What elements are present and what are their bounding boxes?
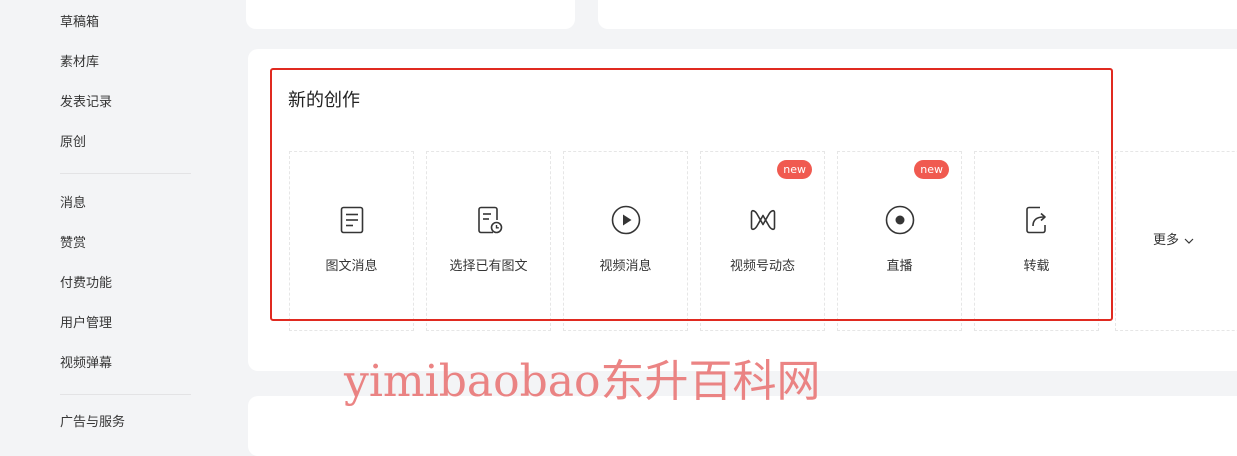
new-badge: new bbox=[777, 160, 812, 179]
chevron-down-icon bbox=[1179, 235, 1195, 247]
channels-icon bbox=[747, 204, 779, 236]
tile-label: 图文消息 bbox=[325, 259, 378, 274]
sidebar-item-publish-records[interactable]: 发表记录 bbox=[60, 95, 112, 111]
tile-live[interactable]: new 直播 bbox=[837, 151, 962, 331]
sidebar-item-messages[interactable]: 消息 bbox=[60, 196, 86, 212]
tile-label: 选择已有图文 bbox=[449, 259, 528, 274]
sidebar-item-video-danmaku[interactable]: 视频弹幕 bbox=[60, 356, 112, 372]
tile-label: 视频号动态 bbox=[729, 259, 795, 274]
section-title: 新的创作 bbox=[288, 90, 360, 111]
tile-video-message[interactable]: 视频消息 bbox=[563, 151, 688, 331]
more-tile[interactable]: 更多 bbox=[1115, 151, 1237, 331]
tile-select-existing-article[interactable]: 选择已有图文 bbox=[426, 151, 551, 331]
more-label: 更多 bbox=[1153, 233, 1180, 248]
sidebar-divider bbox=[60, 394, 191, 395]
tile-channels-update[interactable]: new 视频号动态 bbox=[700, 151, 825, 331]
sidebar-divider bbox=[60, 173, 191, 174]
live-dot-icon bbox=[884, 204, 916, 236]
top-right-card bbox=[598, 0, 1237, 29]
document-icon bbox=[336, 204, 368, 236]
tile-repost[interactable]: 转载 bbox=[974, 151, 1099, 331]
sidebar-item-material-library[interactable]: 素材库 bbox=[60, 55, 99, 71]
tile-article-message[interactable]: 图文消息 bbox=[289, 151, 414, 331]
bottom-card bbox=[248, 396, 1237, 456]
sidebar-item-appreciation[interactable]: 赞赏 bbox=[60, 236, 86, 252]
share-document-icon bbox=[1021, 204, 1053, 236]
more-button[interactable]: 更多 bbox=[1153, 233, 1195, 249]
top-left-card bbox=[246, 0, 575, 29]
sidebar-item-drafts[interactable]: 草稿箱 bbox=[60, 15, 99, 31]
play-circle-icon bbox=[610, 204, 642, 236]
new-badge: new bbox=[914, 160, 949, 179]
sidebar: 草稿箱 素材库 发表记录 原创 消息 赞赏 付费功能 用户管理 视频弹幕 广告与… bbox=[0, 0, 246, 430]
tile-label: 直播 bbox=[886, 259, 913, 274]
sidebar-item-paid-features[interactable]: 付费功能 bbox=[60, 276, 112, 292]
tile-label: 转载 bbox=[1023, 259, 1050, 274]
tile-label: 视频消息 bbox=[599, 259, 652, 274]
sidebar-item-ads-services[interactable]: 广告与服务 bbox=[60, 415, 125, 431]
sidebar-item-user-management[interactable]: 用户管理 bbox=[60, 316, 112, 332]
sidebar-item-original[interactable]: 原创 bbox=[60, 135, 86, 151]
document-clock-icon bbox=[473, 204, 505, 236]
